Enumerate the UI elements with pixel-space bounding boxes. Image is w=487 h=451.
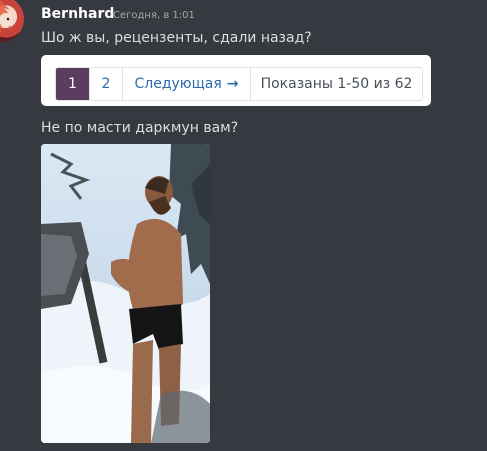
page-1-button[interactable]: 1 [56, 68, 90, 100]
pagination-embed: 1 2 Следующая → Показаны 1-50 из 62 [41, 55, 431, 106]
pagination: 1 2 Следующая → Показаны 1-50 из 62 [55, 67, 423, 101]
video-thumbnail [41, 144, 210, 443]
message-text-line1: Шо ж вы, рецензенты, сдали назад? [41, 30, 312, 46]
message-timestamp: Сегодня, в 1:01 [113, 10, 195, 21]
arrow-right-icon: → [226, 76, 239, 92]
results-count: Показаны 1-50 из 62 [260, 76, 413, 92]
avatar-image [0, 0, 14, 36]
next-page-label: Следующая [134, 76, 222, 92]
avatar[interactable] [0, 0, 24, 42]
next-page-button[interactable]: Следующая → [123, 68, 251, 100]
page-2-button[interactable]: 2 [90, 68, 123, 100]
message-author[interactable]: Bernhard [41, 6, 114, 22]
video-attachment[interactable] [41, 144, 210, 443]
message-text-line2: Не по масти даркмун вам? [41, 120, 239, 136]
